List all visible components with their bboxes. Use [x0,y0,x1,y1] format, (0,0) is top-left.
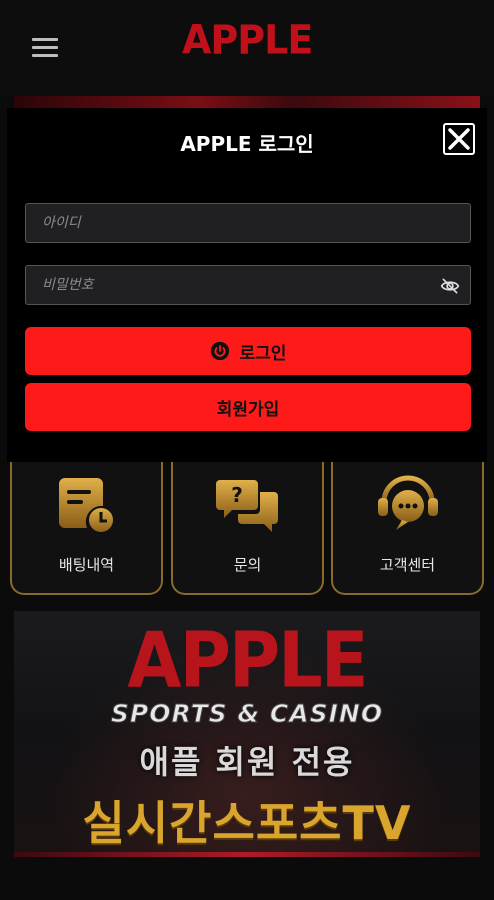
site-logo[interactable]: APPLE [182,17,313,63]
username-field[interactable] [25,203,471,243]
login-modal: APPLE 로그인 로그인 회원가입 [7,108,487,462]
inquiry-icon: ? [215,480,278,532]
quick-item-inquiry[interactable]: ? 문의 [171,440,324,595]
customer-center-icon [377,475,438,530]
promo-banner[interactable]: APPLE SPORTS & CASINO 애플 회원 전용 실시간스포츠TV [14,611,480,857]
close-icon [448,128,470,150]
svg-text:?: ? [231,483,243,507]
modal-title: APPLE 로그인 [180,132,314,156]
close-button[interactable] [443,123,475,155]
login-button[interactable]: 로그인 [25,327,471,375]
promo-title: APPLE [127,614,368,706]
promo-tv-text: 실시간스포츠TV [82,796,412,850]
username-input[interactable] [26,204,470,242]
quick-item-label: 문의 [233,556,262,574]
hamburger-icon[interactable] [32,38,58,58]
betting-history-icon [58,478,115,534]
login-button-label: 로그인 [239,343,287,364]
eye-off-icon[interactable] [440,276,460,296]
power-icon [210,341,229,361]
quick-item-betting-history[interactable]: 배팅내역 [10,440,163,595]
quick-menu: 배팅내역 ? 문의 고객센터 [10,440,484,596]
quick-item-customer-center[interactable]: 고객센터 [331,440,484,595]
promo-subtitle: SPORTS & CASINO [110,699,384,729]
signup-button[interactable]: 회원가입 [25,383,471,431]
promo-member-text: 애플 회원 전용 [139,743,355,781]
password-input[interactable] [26,266,470,304]
header: APPLE [0,0,494,96]
quick-item-label: 배팅내역 [58,556,115,574]
signup-button-label: 회원가입 [216,399,280,420]
password-field[interactable] [25,265,471,305]
quick-item-label: 고객센터 [379,556,436,574]
